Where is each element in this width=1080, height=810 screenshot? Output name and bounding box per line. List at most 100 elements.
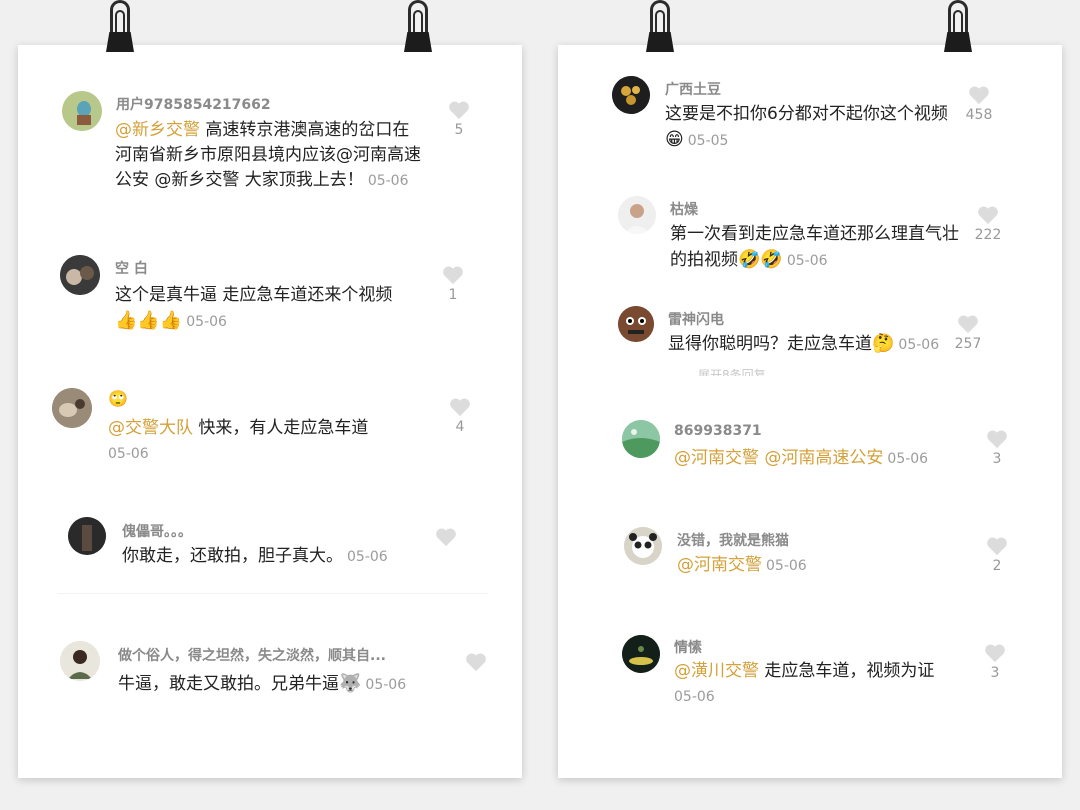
username[interactable]: 枯燥: [670, 199, 698, 219]
heart-icon: [978, 206, 998, 225]
comment-body: 走应急车道，视频为证: [759, 661, 935, 681]
avatar[interactable]: [60, 641, 100, 681]
comment-date: 05-06: [108, 446, 149, 462]
avatar[interactable]: [618, 196, 656, 234]
like-button[interactable]: 4: [442, 397, 478, 435]
username[interactable]: 空 白: [115, 258, 148, 278]
username[interactable]: 869938371: [674, 423, 762, 439]
like-count: 2: [992, 558, 1002, 574]
like-button[interactable]: [428, 527, 464, 549]
heart-icon: [466, 653, 486, 672]
heart-icon: [969, 86, 989, 105]
comment-date: 05-06: [365, 677, 407, 693]
heart-icon: [436, 528, 456, 547]
comment-text: @河南交警 @河南高速公安 05-06: [674, 446, 974, 472]
thinking-emoji-icon: 🤔: [872, 333, 895, 354]
comment-text: @潢川交警 走应急车道，视频为证 05-06: [674, 659, 974, 710]
avatar[interactable]: [612, 76, 650, 114]
avatar-image-icon: [60, 641, 100, 681]
avatar[interactable]: [60, 255, 100, 295]
like-count: 257: [954, 336, 982, 352]
avatar-image-icon: [622, 420, 660, 458]
comment-text: 这个是真牛逼 走应急车道还来个视频 👍👍👍 05-06: [115, 283, 435, 335]
comment-text: 牛逼，敢走又敢拍。兄弟牛逼🐺 05-06: [118, 671, 458, 698]
like-button[interactable]: 3: [977, 643, 1013, 681]
avatar[interactable]: [622, 635, 660, 673]
username[interactable]: 广西土豆: [665, 79, 721, 99]
comment-date: 05-06: [367, 173, 409, 189]
comment-text: @交警大队 快来，有人走应急车道 05-06: [108, 416, 438, 467]
like-button[interactable]: 458: [961, 85, 997, 123]
comment-card-left: 用户9785854217662 @新乡交警 高速转京港澳高速的岔口在河南省新乡市…: [18, 45, 522, 778]
like-count: 3: [990, 665, 1000, 681]
like-button[interactable]: 1: [435, 265, 471, 303]
avatar[interactable]: [52, 388, 92, 428]
comment-body: 这个是真牛逼 走应急车道还来个视频: [115, 285, 393, 305]
avatar-image-icon: [618, 196, 656, 234]
heart-icon: [449, 101, 469, 120]
like-count: 222: [974, 227, 1002, 243]
avatar[interactable]: [618, 306, 654, 342]
comment-text: 你敢走，还敢拍，胆子真大。 05-06: [122, 544, 442, 570]
wolf-emoji-icon: 🐺: [339, 673, 362, 694]
avatar-image-icon: [52, 388, 92, 428]
comment-body: 快来，有人走应急车道: [193, 418, 369, 438]
like-count: 1: [448, 287, 458, 303]
comment-text: @河南交警 05-06: [677, 553, 977, 579]
like-button[interactable]: [458, 652, 494, 674]
avatar[interactable]: [624, 527, 662, 565]
avatar-image-icon: [60, 255, 100, 295]
heart-icon: [958, 315, 978, 334]
username[interactable]: 做个俗人，得之坦然，失之淡然，顺其自...: [118, 645, 448, 665]
like-count: 4: [455, 419, 465, 435]
avatar[interactable]: [62, 91, 102, 131]
like-button[interactable]: 257: [950, 314, 986, 352]
binder-clip-icon: [944, 0, 972, 54]
mention-link[interactable]: @河南交警: [677, 555, 762, 575]
comment-date: 05-06: [186, 314, 227, 330]
avatar-image-icon: [68, 517, 106, 555]
like-button[interactable]: 2: [979, 536, 1015, 574]
like-button[interactable]: 3: [979, 429, 1015, 467]
mention-link[interactable]: @新乡交警: [115, 120, 200, 140]
mention-link[interactable]: @交警大队: [108, 418, 193, 438]
mention-link[interactable]: @潢川交警: [674, 661, 759, 681]
comment-date: 05-06: [887, 451, 929, 467]
comment-text: 第一次看到走应急车道还那么理直气壮的拍视频🤣🤣 05-06: [670, 222, 960, 274]
binder-clip-icon: [404, 0, 432, 54]
avatar-image-icon: [624, 527, 662, 565]
username[interactable]: 傀儡哥。。。: [122, 521, 192, 541]
comment-card-right: 广西土豆 这要是不扣你6分都对不起你这个视频 😁 05-05 458 枯燥 第一次…: [558, 45, 1062, 778]
comment-text: 显得你聪明吗？走应急车道🤔 05-06: [668, 331, 968, 358]
comment-date: 05-05: [687, 133, 729, 149]
username[interactable]: 情愫: [674, 637, 702, 657]
username-emoji[interactable]: 🙄: [108, 389, 128, 408]
like-count: 3: [992, 451, 1002, 467]
avatar-image-icon: [612, 76, 650, 114]
comment-text: 这要是不扣你6分都对不起你这个视频 😁 05-05: [665, 102, 965, 154]
avatar[interactable]: [622, 420, 660, 458]
comment-date: 05-06: [674, 689, 715, 705]
grin-emoji-icon: 😁: [665, 129, 684, 150]
username[interactable]: 雷神闪电: [668, 309, 724, 329]
heart-icon: [987, 537, 1007, 556]
mention-link[interactable]: @河南交警 @河南高速公安: [674, 448, 883, 468]
comment-text: @新乡交警 高速转京港澳高速的岔口在河南省新乡市原阳县境内应该@河南高速公安 @…: [115, 118, 425, 194]
binder-clip-icon: [646, 0, 674, 54]
comment-body: 这要是不扣你6分都对不起你这个视频: [665, 104, 948, 124]
thumbs-up-emoji-icon: 👍👍👍: [115, 310, 183, 331]
username[interactable]: 没错，我就是熊猫: [677, 530, 789, 550]
like-button[interactable]: 5: [441, 100, 477, 138]
avatar-image-icon: [622, 635, 660, 673]
avatar[interactable]: [68, 517, 106, 555]
username[interactable]: 用户9785854217662: [116, 94, 271, 114]
avatar-image-icon: [618, 306, 654, 342]
expand-replies-link[interactable]: 展开8条回复 ⌄: [698, 366, 780, 376]
divider: [58, 593, 488, 594]
like-button[interactable]: 222: [970, 205, 1006, 243]
comment-date: 05-06: [766, 558, 807, 574]
avatar-image-icon: [62, 91, 102, 131]
heart-icon: [985, 644, 1005, 663]
heart-icon: [450, 398, 470, 417]
comment-date: 05-06: [347, 549, 388, 565]
